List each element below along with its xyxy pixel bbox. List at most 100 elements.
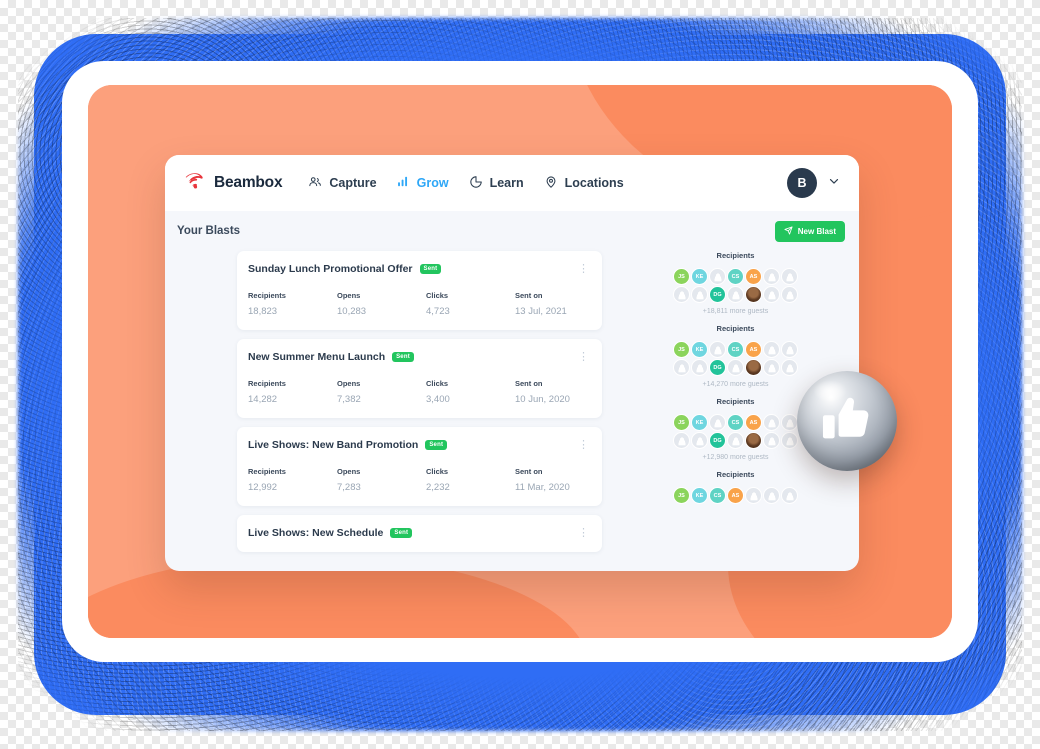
guest-placeholder-avatar[interactable]	[727, 432, 744, 449]
blast-card-header: Live Shows: New Schedule Sent ⋮	[248, 527, 589, 539]
status-badge: Sent	[392, 352, 414, 362]
guest-initials-avatar[interactable]: CS	[727, 414, 744, 431]
guest-initials-avatar[interactable]: DG	[709, 286, 726, 303]
guest-placeholder-avatar[interactable]	[763, 268, 780, 285]
guest-placeholder-avatar[interactable]	[691, 286, 708, 303]
nav-item-locations[interactable]: Locations	[544, 175, 624, 192]
more-options-icon[interactable]: ⋮	[578, 263, 589, 275]
stat-value: 4,723	[426, 306, 450, 317]
guest-initials-avatar[interactable]: CS	[727, 341, 744, 358]
guest-placeholder-avatar[interactable]	[691, 432, 708, 449]
nav-item-learn[interactable]: Learn	[469, 175, 524, 192]
stat-value: 10 Jun, 2020	[515, 394, 570, 405]
blast-title: Sunday Lunch Promotional Offer	[248, 263, 413, 275]
guest-placeholder-avatar[interactable]	[745, 487, 762, 504]
more-options-icon[interactable]: ⋮	[578, 527, 589, 539]
guest-placeholder-avatar[interactable]	[763, 359, 780, 376]
stat-value: 14,282	[248, 394, 278, 405]
stat-value: 3,400	[426, 394, 450, 405]
guest-photo-avatar[interactable]	[745, 359, 762, 376]
more-options-icon[interactable]: ⋮	[578, 351, 589, 363]
guest-initials-avatar[interactable]: DG	[709, 359, 726, 376]
guest-photo-avatar[interactable]	[745, 432, 762, 449]
stat-label: Recipients	[248, 379, 286, 388]
guest-placeholder-avatar[interactable]	[673, 432, 690, 449]
stat-clicks: Clicks 3,400	[426, 379, 515, 405]
guest-placeholder-avatar[interactable]	[781, 487, 798, 504]
blast-card[interactable]: Live Shows: New Schedule Sent ⋮	[237, 515, 602, 552]
guest-initials-avatar[interactable]: JS	[673, 487, 690, 504]
guest-initials-avatar[interactable]: AS	[745, 268, 762, 285]
nav-item-grow[interactable]: Grow	[397, 175, 449, 191]
guest-initials-avatar[interactable]: KE	[691, 414, 708, 431]
brand-name: Beambox	[214, 174, 283, 191]
guest-initials-avatar[interactable]: KE	[691, 268, 708, 285]
guest-initials-avatar[interactable]: CS	[727, 268, 744, 285]
more-options-icon[interactable]: ⋮	[578, 439, 589, 451]
guest-initials-avatar[interactable]: AS	[745, 341, 762, 358]
guest-placeholder-avatar[interactable]	[781, 432, 798, 449]
guest-placeholder-avatar[interactable]	[709, 268, 726, 285]
page-header: Your Blasts New Blast	[165, 211, 859, 251]
guest-placeholder-avatar[interactable]	[781, 268, 798, 285]
status-badge: Sent	[419, 264, 442, 274]
chevron-down-icon[interactable]	[827, 174, 841, 193]
guest-initials-avatar[interactable]: CS	[709, 487, 726, 504]
avatar-row: DG	[612, 286, 859, 303]
guest-placeholder-avatar[interactable]	[781, 341, 798, 358]
guest-initials-avatar[interactable]: JS	[673, 268, 690, 285]
guest-placeholder-avatar[interactable]	[763, 414, 780, 431]
guest-initials-avatar[interactable]: JS	[673, 414, 690, 431]
account-avatar[interactable]: B	[787, 168, 817, 198]
guest-placeholder-avatar[interactable]	[673, 286, 690, 303]
blast-card-header: New Summer Menu Launch Sent ⋮	[248, 351, 589, 363]
guest-initials-avatar[interactable]: AS	[727, 487, 744, 504]
guest-placeholder-avatar[interactable]	[763, 341, 780, 358]
guest-placeholder-avatar[interactable]	[691, 359, 708, 376]
top-navbar: Beambox Capture Grow Learn Locations B	[165, 155, 859, 211]
stat-value: 2,232	[426, 482, 450, 493]
stat-value: 12,992	[248, 482, 278, 493]
stat-label: Recipients	[248, 291, 286, 300]
stat-value: 11 Mar, 2020	[515, 482, 570, 493]
nav-items: Capture Grow Learn Locations	[308, 175, 624, 192]
avatar-row: JS KE CS AS	[612, 487, 859, 504]
guest-placeholder-avatar[interactable]	[781, 286, 798, 303]
recipients-title: Recipients	[716, 251, 755, 260]
guest-placeholder-avatar[interactable]	[781, 359, 798, 376]
nav-right: B	[787, 168, 841, 198]
stat-clicks: Clicks 4,723	[426, 291, 515, 317]
canvas: Beambox Capture Grow Learn Locations B Y…	[0, 0, 1040, 749]
stat-opens: Opens 7,283	[337, 467, 426, 493]
stat-recipients: Recipients 18,823	[248, 291, 337, 317]
blast-card[interactable]: Sunday Lunch Promotional Offer Sent ⋮ Recip…	[237, 251, 602, 330]
new-blast-label: New Blast	[797, 226, 836, 236]
guest-placeholder-avatar[interactable]	[763, 432, 780, 449]
brand-logo[interactable]: Beambox	[183, 171, 283, 195]
guest-placeholder-avatar[interactable]	[781, 414, 798, 431]
guest-placeholder-avatar[interactable]	[709, 341, 726, 358]
stat-value: 7,283	[337, 482, 361, 493]
guest-placeholder-avatar[interactable]	[709, 414, 726, 431]
new-blast-button[interactable]: New Blast	[774, 220, 845, 242]
blast-card[interactable]: New Summer Menu Launch Sent ⋮ Recipients 14,…	[237, 339, 602, 418]
blast-stats: Recipients 18,823 Opens 10,283 Clicks 4,723 Se…	[248, 291, 589, 317]
blast-title: Live Shows: New Band Promotion	[248, 439, 419, 451]
guest-initials-avatar[interactable]: KE	[691, 341, 708, 358]
guest-initials-avatar[interactable]: JS	[673, 341, 690, 358]
guest-photo-avatar[interactable]	[745, 286, 762, 303]
guest-initials-avatar[interactable]: DG	[709, 432, 726, 449]
blast-card[interactable]: Live Shows: New Band Promotion Sent ⋮ Recip…	[237, 427, 602, 506]
guest-placeholder-avatar[interactable]	[727, 359, 744, 376]
guest-placeholder-avatar[interactable]	[763, 286, 780, 303]
guest-initials-avatar[interactable]: KE	[691, 487, 708, 504]
guest-initials-avatar[interactable]: AS	[745, 414, 762, 431]
wifi-beam-logo-icon	[183, 171, 205, 195]
nav-item-capture[interactable]: Capture	[308, 175, 377, 192]
stat-clicks: Clicks 2,232	[426, 467, 515, 493]
guest-placeholder-avatar[interactable]	[673, 359, 690, 376]
guest-placeholder-avatar[interactable]	[763, 487, 780, 504]
stat-label: Sent on	[515, 291, 543, 300]
avatar-row: JS KE CS AS	[612, 268, 859, 285]
guest-placeholder-avatar[interactable]	[727, 286, 744, 303]
